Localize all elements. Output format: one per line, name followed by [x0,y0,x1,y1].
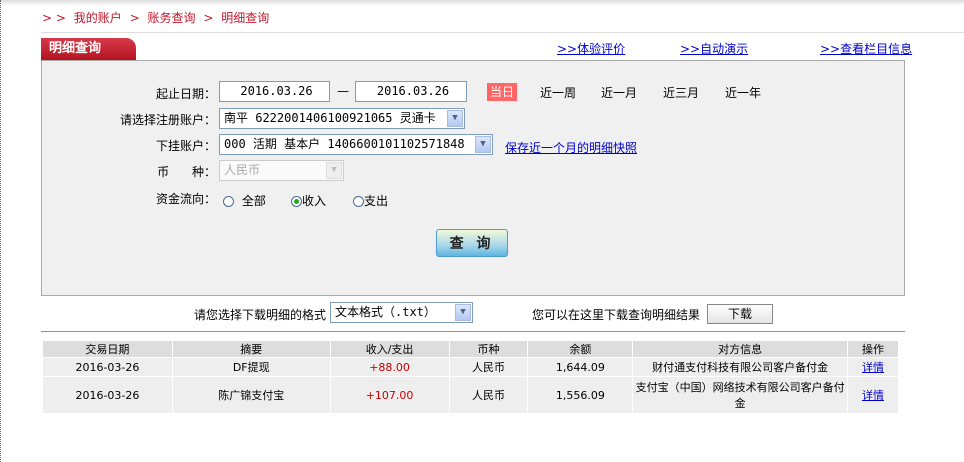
detail-link[interactable]: 详情 [862,361,884,374]
save-snapshot-link[interactable]: 保存近一个月的明细快照 [505,139,637,156]
date-from-input[interactable]: 2016.03.26 [219,81,330,102]
flow-expense-radio[interactable]: 支出 [353,192,388,209]
download-format-value: 文本格式（.txt） [335,305,436,319]
col-action: 操作 [848,341,898,357]
detail-table: 交易日期 摘要 收入/支出 币种 余额 对方信息 操作 2016-03-26 D… [42,340,899,414]
flow-label: 资金流向： [155,192,216,206]
range-today[interactable]: 当日 [487,83,517,101]
cell-action: 详情 [848,377,898,413]
col-balance: 余额 [528,341,633,357]
left-border [0,0,1,462]
range-week[interactable]: 近一周 [540,84,576,101]
link-demo-text[interactable]: >>自动演示 [680,42,748,56]
date-to-input[interactable]: 2016.03.26 [355,81,467,102]
chevron-down-icon[interactable]: ▼ [455,304,471,321]
range-year[interactable]: 近一年 [725,84,761,101]
breadcrumb-my-account[interactable]: 我的账户 [74,11,122,25]
breadcrumb-sep: > [203,11,214,25]
flow-expense-label: 支出 [364,194,389,208]
link-rate-text[interactable]: >>体验评价 [557,42,625,56]
flow-all-label: 全部 [241,194,266,208]
cell-currency: 人民币 [449,358,528,376]
sub-account-value: 000 活期 基本户 1406600101102571848 [224,137,465,151]
range-month[interactable]: 近一月 [601,84,637,101]
breadcrumb-account-query[interactable]: 账务查询 [148,11,196,25]
account-select[interactable]: 南平 6222001406100921065 灵通卡 ▼ [219,108,465,129]
cell-currency: 人民币 [449,377,528,413]
breadcrumb-prefix: > > [42,11,66,25]
radio-checked-icon[interactable] [291,196,302,207]
cell-summary: DF提现 [172,358,330,376]
date-separator: — [337,84,349,98]
divider-red [41,331,905,332]
col-amount: 收入/支出 [330,341,449,357]
table-row: 2016-03-26 陈广锦支付宝 +107.00 人民币 1,556.09 支… [43,377,898,413]
cell-amount: +88.00 [330,358,449,376]
tab-detail-query: 明细查询 [41,38,136,60]
col-currency: 币种 [449,341,528,357]
cell-action: 详情 [848,358,898,376]
radio-icon[interactable] [353,196,364,207]
account-label: 请选择注册账户： [119,113,216,127]
link-column-info[interactable]: >>查看栏目信息 [820,40,912,57]
link-demo[interactable]: >>自动演示 [680,40,748,57]
col-summary: 摘要 [172,341,330,357]
currency-select: 人民币 ▼ [219,160,344,181]
download-button[interactable]: 下载 [707,304,773,324]
flow-all-radio[interactable]: 全部 [223,192,266,209]
detail-link[interactable]: 详情 [862,389,884,402]
cell-date: 2016-03-26 [43,377,172,413]
top-shade [0,0,964,6]
download-hint: 您可以在这里下载查询明细结果 [532,308,701,322]
chevron-down-icon[interactable]: ▼ [447,110,463,127]
cell-balance: 1,644.09 [528,358,633,376]
query-button[interactable]: 查 询 [436,229,508,257]
divider [41,32,964,33]
breadcrumb-detail-query: 明细查询 [221,11,270,25]
cell-balance: 1,556.09 [528,377,633,413]
cell-summary: 陈广锦支付宝 [172,377,330,413]
sub-account-select[interactable]: 000 活期 基本户 1406600101102571848 ▼ [219,134,493,155]
col-date: 交易日期 [43,341,172,357]
currency-label: 币 种： [157,165,216,179]
link-column-info-text[interactable]: >>查看栏目信息 [820,42,912,56]
breadcrumb: > > 我的账户 > 账务查询 > 明细查询 [42,9,273,26]
table-header: 交易日期 摘要 收入/支出 币种 余额 对方信息 操作 [43,341,898,357]
account-value: 南平 6222001406100921065 灵通卡 [224,111,436,125]
currency-value: 人民币 [224,163,261,177]
link-rate[interactable]: >>体验评价 [557,40,625,57]
cell-amount: +107.00 [330,377,449,413]
flow-income-radio[interactable]: 收入 [291,192,326,209]
download-format-select[interactable]: 文本格式（.txt） ▼ [330,302,473,323]
cell-counterparty: 财付通支付科技有限公司客户备付金 [633,358,848,376]
cell-date: 2016-03-26 [43,358,172,376]
download-format-label: 请您选择下载明细的格式 [194,308,327,322]
chevron-down-icon[interactable]: ▼ [475,136,491,153]
flow-income-label: 收入 [302,194,327,208]
cell-counterparty: 支付宝（中国）网络技术有限公司客户备付金 [633,377,848,413]
col-counterparty: 对方信息 [633,341,848,357]
range-3months[interactable]: 近三月 [663,84,699,101]
sub-account-label: 下挂账户： [155,139,216,153]
table-row: 2016-03-26 DF提现 +88.00 人民币 1,644.09 财付通支… [43,358,898,376]
chevron-down-icon: ▼ [326,162,342,179]
date-label: 起止日期： [155,87,216,101]
radio-icon[interactable] [223,196,234,207]
breadcrumb-sep: > [129,11,140,25]
